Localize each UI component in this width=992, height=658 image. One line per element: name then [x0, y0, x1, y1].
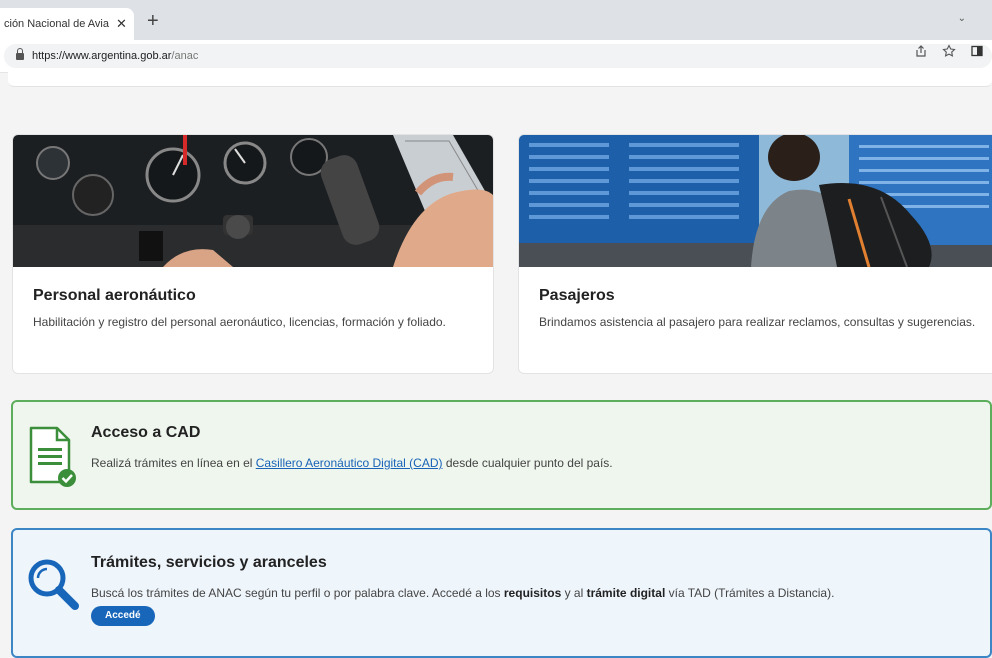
url-host: https://www.argentina.gob.ar: [32, 50, 172, 62]
star-icon[interactable]: [942, 44, 956, 58]
cad-link[interactable]: Casillero Aeronáutico Digital (CAD): [256, 456, 443, 470]
header-card-bottom: [8, 72, 992, 87]
lock-icon[interactable]: [16, 47, 24, 61]
tramites-panel: Trámites, servicios y aranceles Buscá lo…: [11, 528, 992, 658]
browser-tab[interactable]: ción Nacional de Avia ✕: [0, 8, 134, 40]
cad-text: Realizá trámites en línea en el Casiller…: [91, 456, 613, 470]
tab-title: ción Nacional de Avia: [4, 18, 109, 30]
sidepanel-icon[interactable]: [970, 44, 984, 58]
accede-button[interactable]: Accedé: [91, 606, 155, 626]
new-tab-button[interactable]: +: [147, 10, 159, 33]
card-personal-aeronautico[interactable]: Personal aeronáutico Habilitación y regi…: [12, 134, 494, 374]
browser-tab-bar: ción Nacional de Avia ✕ + ⌄: [0, 0, 992, 40]
search-icon: [28, 559, 79, 610]
airport-departures-photo: [519, 135, 992, 267]
share-icon[interactable]: [914, 44, 928, 58]
card-description: Brindamos asistencia al pasajero para re…: [539, 315, 976, 329]
cockpit-photo: [13, 135, 493, 267]
cad-title: Acceso a CAD: [91, 424, 201, 441]
page-content: Personal aeronáutico Habilitación y regi…: [8, 72, 992, 658]
card-pasajeros[interactable]: Pasajeros Brindamos asistencia al pasaje…: [518, 134, 992, 374]
card-title: Personal aeronáutico: [33, 287, 196, 304]
tramites-title: Trámites, servicios y aranceles: [91, 554, 327, 571]
address-bar[interactable]: https://www.argentina.gob.ar/anac: [4, 44, 992, 68]
cad-access-panel: Acceso a CAD Realizá trámites en línea e…: [11, 400, 992, 510]
card-description: Habilitación y registro del personal aer…: [33, 315, 446, 329]
document-check-icon: [29, 426, 76, 487]
browser-toolbar: https://www.argentina.gob.ar/anac: [0, 40, 992, 73]
url-path: /anac: [171, 50, 199, 62]
tab-search-icon[interactable]: ⌄: [958, 13, 966, 24]
tramites-text: Buscá los trámites de ANAC según tu perf…: [91, 586, 835, 600]
tab-close-icon[interactable]: ✕: [116, 16, 127, 32]
card-title: Pasajeros: [539, 287, 615, 304]
